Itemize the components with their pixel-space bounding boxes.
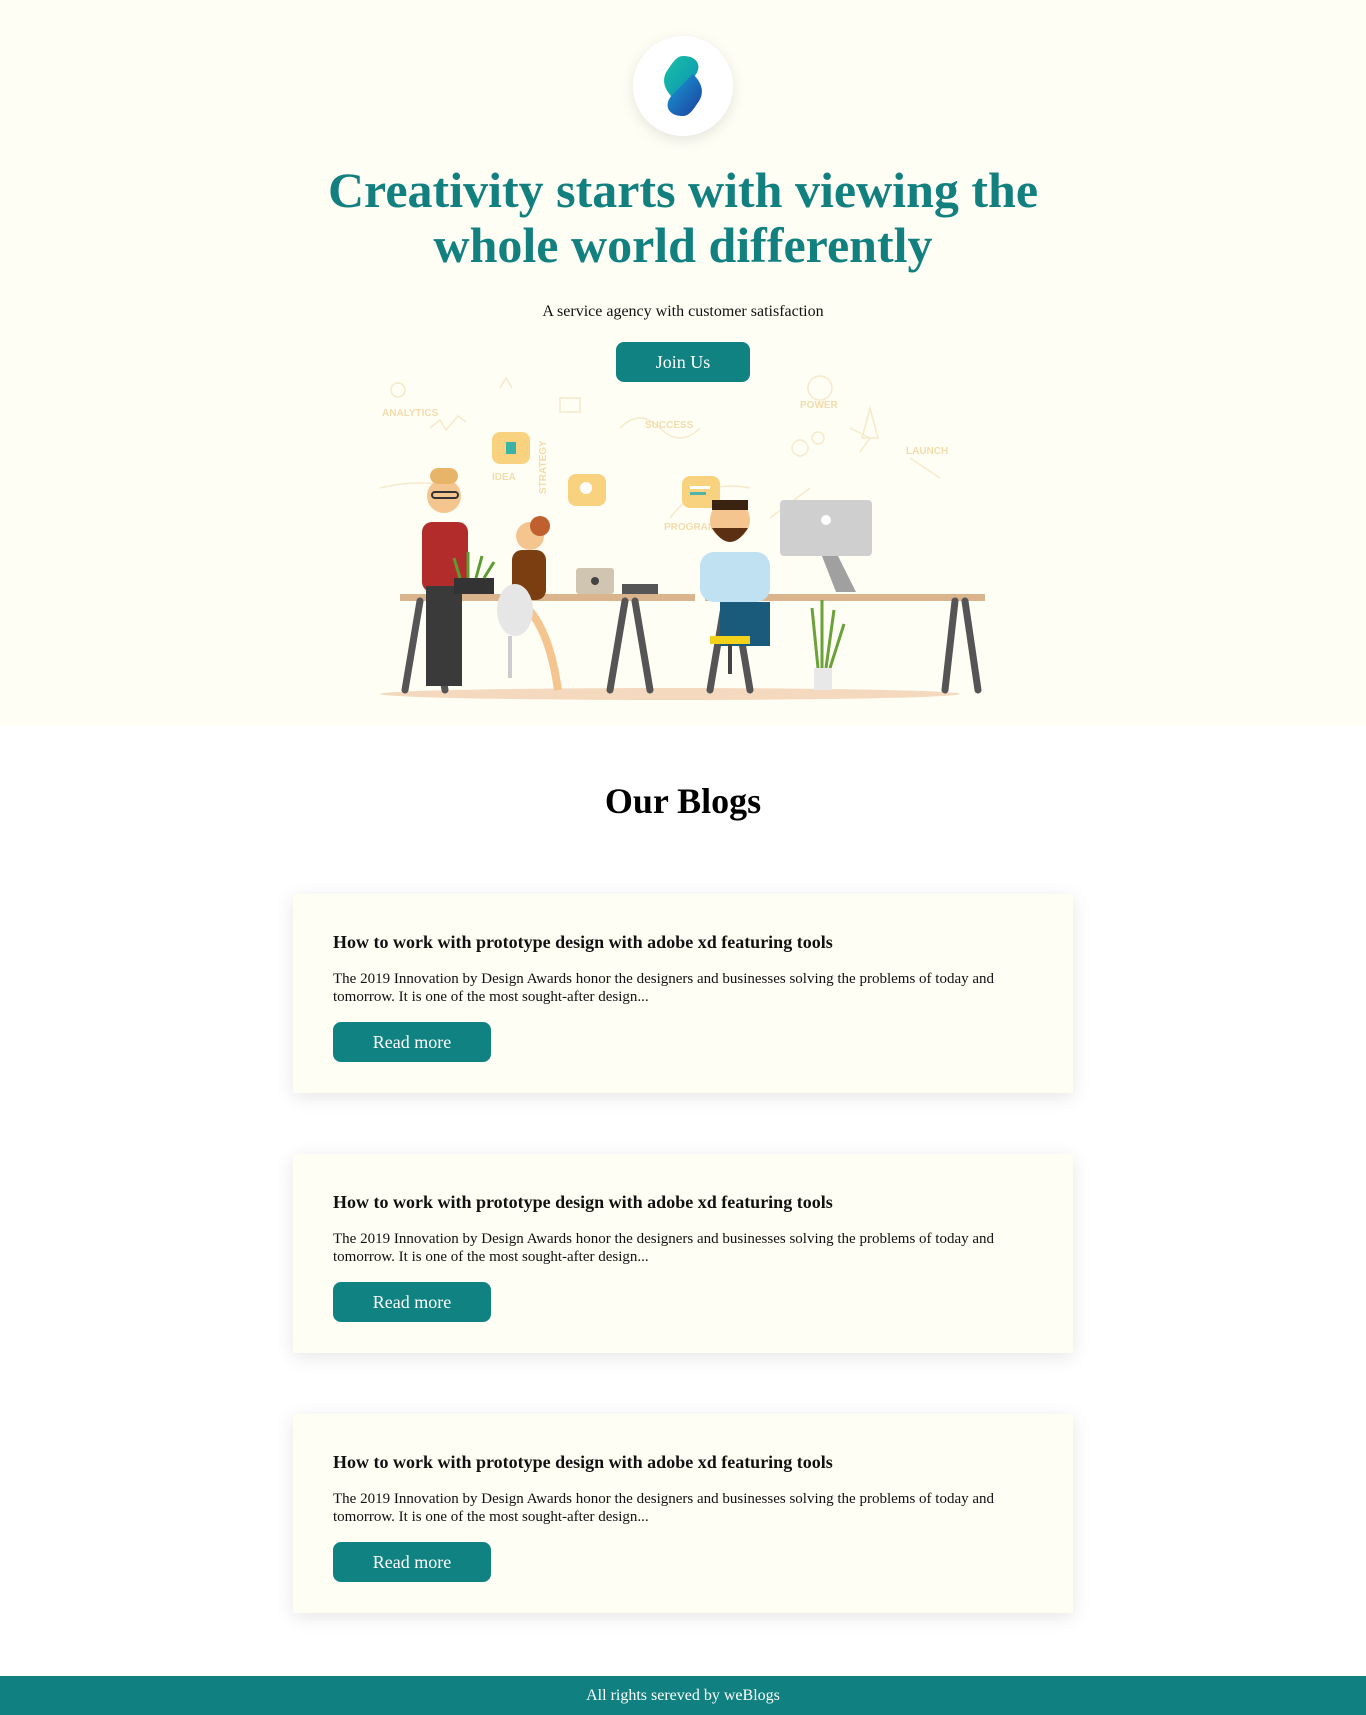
hero-title: Creativity starts with viewing the whole…	[327, 162, 1039, 273]
blog-card-title[interactable]: How to work with prototype design with a…	[333, 932, 1033, 953]
brand-logo[interactable]	[633, 36, 733, 136]
blogs-section-title: Our Blogs	[604, 781, 762, 821]
blog-card: How to work with prototype design with a…	[293, 1154, 1073, 1353]
gradient-s-logo-icon	[664, 56, 702, 116]
blog-card-title[interactable]: How to work with prototype design with a…	[333, 1452, 1033, 1473]
footer-copyright: All rights sereved by weBlogs	[586, 1687, 780, 1704]
hero-section: Creativity starts with viewing the whole…	[0, 0, 1366, 725]
blog-card: How to work with prototype design with a…	[293, 1414, 1073, 1613]
illus-word-analytics: ANALYTICS	[382, 408, 439, 419]
blog-card-excerpt: The 2019 Innovation by Design Awards hon…	[333, 1491, 995, 1525]
illus-word-launch: LAUNCH	[906, 446, 948, 457]
blog-card-excerpt: The 2019 Innovation by Design Awards hon…	[333, 1231, 995, 1265]
read-more-button[interactable]: Read more	[333, 1022, 491, 1062]
read-more-button[interactable]: Read more	[333, 1282, 491, 1322]
illus-word-power: POWER	[800, 400, 839, 411]
hero-subtitle: A service agency with customer satisfact…	[542, 303, 824, 320]
blog-card-excerpt: The 2019 Innovation by Design Awards hon…	[333, 971, 995, 1005]
illus-word-idea: IDEA	[492, 472, 516, 483]
blog-card-title[interactable]: How to work with prototype design with a…	[333, 1192, 1033, 1213]
illus-word-success: SUCCESS	[645, 420, 694, 431]
blog-card: How to work with prototype design with a…	[293, 894, 1073, 1093]
footer: All rights sereved by weBlogs	[0, 1676, 1366, 1715]
read-more-button[interactable]: Read more	[333, 1542, 491, 1582]
illus-word-strategy: STRATEGY	[538, 440, 549, 494]
office-team-illustration: ANALYTICS IDEA STRATEGY SUCCESS PROGRAMM…	[379, 375, 985, 700]
